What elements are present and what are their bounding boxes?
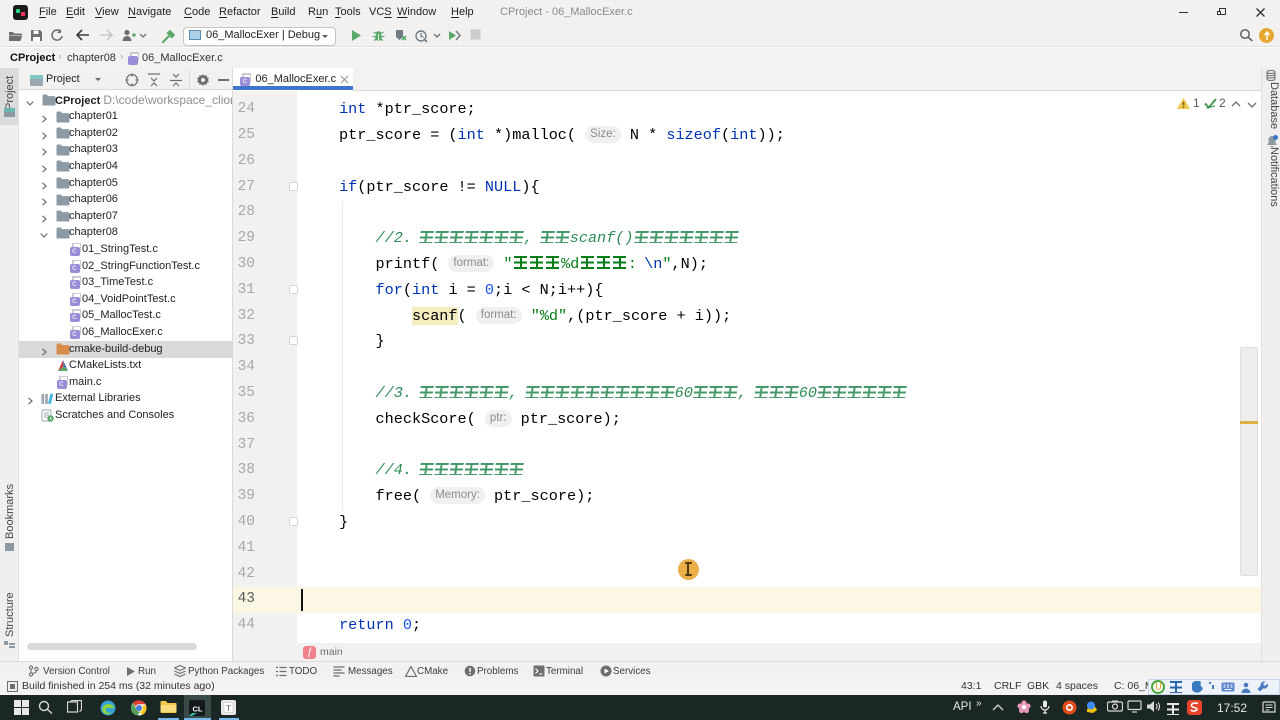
svg-text:T: T (226, 703, 231, 712)
svg-text:CL: CL (193, 704, 203, 713)
